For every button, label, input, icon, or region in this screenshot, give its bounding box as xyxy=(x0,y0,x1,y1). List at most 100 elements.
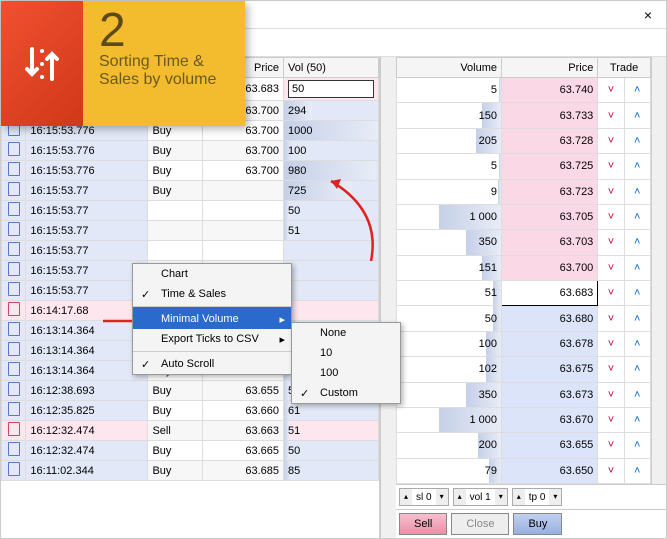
dom-buy-icon[interactable]: ˄ xyxy=(624,281,650,306)
cell-time: 16:12:32.474 xyxy=(26,441,148,461)
dom-buy-icon[interactable]: ˄ xyxy=(624,357,650,382)
cell-dom-price: 63.703 xyxy=(502,230,598,255)
vol-filter-input[interactable] xyxy=(288,80,374,98)
menu-chart[interactable]: Chart xyxy=(133,264,291,284)
dom-row[interactable]: 15063.733˅˄ xyxy=(397,103,651,128)
submenu-none[interactable]: None xyxy=(292,323,400,343)
cell-vol xyxy=(284,301,379,321)
dom-row[interactable]: 5163.683˅˄ xyxy=(397,281,651,306)
submenu-10[interactable]: 10 xyxy=(292,343,400,363)
context-menu[interactable]: Chart ✓Time & Sales Minimal Volume▸ Expo… xyxy=(132,263,292,375)
table-row[interactable]: 16:12:32.474Sell63.66351 xyxy=(2,421,379,441)
check-icon: ✓ xyxy=(141,288,150,301)
dom-sell-icon[interactable]: ˅ xyxy=(598,433,624,458)
table-row[interactable]: 16:11:02.344Buy63.68585 xyxy=(2,461,379,481)
submenu-custom[interactable]: ✓Custom xyxy=(292,383,400,403)
table-row[interactable]: 16:15:53.77 xyxy=(2,241,379,261)
right-scrollbar[interactable] xyxy=(651,57,666,484)
dom-buy-icon[interactable]: ˄ xyxy=(624,128,650,153)
table-row[interactable]: 16:15:53.7751 xyxy=(2,221,379,241)
dom-buy-icon[interactable]: ˄ xyxy=(624,255,650,280)
dom-sell-icon[interactable]: ˅ xyxy=(598,179,624,204)
dom-buy-icon[interactable]: ˄ xyxy=(624,458,650,483)
cell-time: 16:12:35.825 xyxy=(26,401,148,421)
dom-row[interactable]: 20063.655˅˄ xyxy=(397,433,651,458)
dom-buy-icon[interactable]: ˄ xyxy=(624,230,650,255)
menu-time-sales[interactable]: ✓Time & Sales xyxy=(133,284,291,304)
cell-dom-price: 63.740 xyxy=(502,78,598,103)
row-icon xyxy=(8,322,20,336)
cell-dom-vol: 9 xyxy=(397,179,502,204)
dom-sell-icon[interactable]: ˅ xyxy=(598,281,624,306)
table-row[interactable]: 16:12:32.474Buy63.66550 xyxy=(2,441,379,461)
tutorial-badge: 2 Sorting Time & Sales by volume xyxy=(1,1,245,126)
dom-buy-icon[interactable]: ˄ xyxy=(624,179,650,204)
dom-sell-icon[interactable]: ˅ xyxy=(598,128,624,153)
dom-sell-icon[interactable]: ˅ xyxy=(598,204,624,229)
table-row[interactable]: 16:15:53.77Buy725 xyxy=(2,181,379,201)
cell-time: 16:12:32.474 xyxy=(26,421,148,441)
menu-export-csv[interactable]: Export Ticks to CSV▸ xyxy=(133,329,291,349)
sl-stepper[interactable]: ▴sl 0▾ xyxy=(399,488,449,506)
menu-minimal-volume[interactable]: Minimal Volume▸ xyxy=(133,306,291,329)
dom-row[interactable]: 563.740˅˄ xyxy=(397,78,651,103)
check-icon: ✓ xyxy=(141,358,150,371)
dom-buy-icon[interactable]: ˄ xyxy=(624,306,650,331)
dom-buy-icon[interactable]: ˄ xyxy=(624,103,650,128)
badge-line2: Sales by volume xyxy=(99,71,229,89)
dom-sell-icon[interactable]: ˅ xyxy=(598,357,624,382)
col-price-dom[interactable]: Price xyxy=(502,58,598,78)
cell-time: 16:15:53.77 xyxy=(26,241,148,261)
dom-row[interactable]: 5063.680˅˄ xyxy=(397,306,651,331)
left-scrollbar[interactable] xyxy=(380,57,396,538)
dom-sell-icon[interactable]: ˅ xyxy=(598,407,624,432)
dom-row[interactable]: 20563.728˅˄ xyxy=(397,128,651,153)
dom-buy-icon[interactable]: ˄ xyxy=(624,382,650,407)
dom-row[interactable]: 963.723˅˄ xyxy=(397,179,651,204)
dom-buy-icon[interactable]: ˄ xyxy=(624,78,650,103)
dom-buy-icon[interactable]: ˄ xyxy=(624,154,650,179)
col-volume[interactable]: Volume xyxy=(397,58,502,78)
vol-stepper[interactable]: ▴vol 1▾ xyxy=(453,488,508,506)
col-vol[interactable]: Vol (50) xyxy=(284,58,379,78)
dom-sell-icon[interactable]: ˅ xyxy=(598,331,624,356)
dom-row[interactable]: 10063.678˅˄ xyxy=(397,331,651,356)
menu-auto-scroll[interactable]: ✓Auto Scroll xyxy=(133,351,291,374)
dom-buy-icon[interactable]: ˄ xyxy=(624,204,650,229)
dom-sell-icon[interactable]: ˅ xyxy=(598,103,624,128)
table-row[interactable]: 16:15:53.776Buy63.700980 xyxy=(2,161,379,181)
dom-sell-icon[interactable]: ˅ xyxy=(598,458,624,483)
dom-sell-icon[interactable]: ˅ xyxy=(598,154,624,179)
dom-sell-icon[interactable]: ˅ xyxy=(598,78,624,103)
dom-row[interactable]: 10263.675˅˄ xyxy=(397,357,651,382)
cell-vol: 51 xyxy=(284,221,379,241)
cell-vol: 85 xyxy=(284,461,379,481)
dom-sell-icon[interactable]: ˅ xyxy=(598,255,624,280)
cell-dom-vol: 5 xyxy=(397,78,502,103)
dom-sell-icon[interactable]: ˅ xyxy=(598,230,624,255)
dom-row[interactable]: 35063.703˅˄ xyxy=(397,230,651,255)
submenu-100[interactable]: 100 xyxy=(292,363,400,383)
submenu-minimal-volume[interactable]: None 10 100 ✓Custom xyxy=(291,322,401,404)
table-row[interactable]: 16:15:53.776Buy63.700100 xyxy=(2,141,379,161)
cell-dom-price: 63.723 xyxy=(502,179,598,204)
table-row[interactable]: 16:15:53.7750 xyxy=(2,201,379,221)
dom-row[interactable]: 1 00063.705˅˄ xyxy=(397,204,651,229)
sell-button[interactable]: Sell xyxy=(399,513,447,535)
buy-button[interactable]: Buy xyxy=(513,513,562,535)
dom-row[interactable]: 563.725˅˄ xyxy=(397,154,651,179)
tp-stepper[interactable]: ▴tp 0▾ xyxy=(512,488,563,506)
dom-row[interactable]: 35063.673˅˄ xyxy=(397,382,651,407)
dom-sell-icon[interactable]: ˅ xyxy=(598,306,624,331)
dom-row[interactable]: 1 00063.670˅˄ xyxy=(397,407,651,432)
dom-buy-icon[interactable]: ˄ xyxy=(624,407,650,432)
col-trade[interactable]: Trade xyxy=(598,58,651,78)
close-button[interactable]: Close xyxy=(451,513,509,535)
dom-row[interactable]: 15163.700˅˄ xyxy=(397,255,651,280)
dom-buy-icon[interactable]: ˄ xyxy=(624,331,650,356)
cell-dom-vol: 79 xyxy=(397,458,502,483)
dom-row[interactable]: 7963.650˅˄ xyxy=(397,458,651,483)
dom-buy-icon[interactable]: ˄ xyxy=(624,433,650,458)
dom-sell-icon[interactable]: ˅ xyxy=(598,382,624,407)
close-icon[interactable]: × xyxy=(638,7,658,23)
